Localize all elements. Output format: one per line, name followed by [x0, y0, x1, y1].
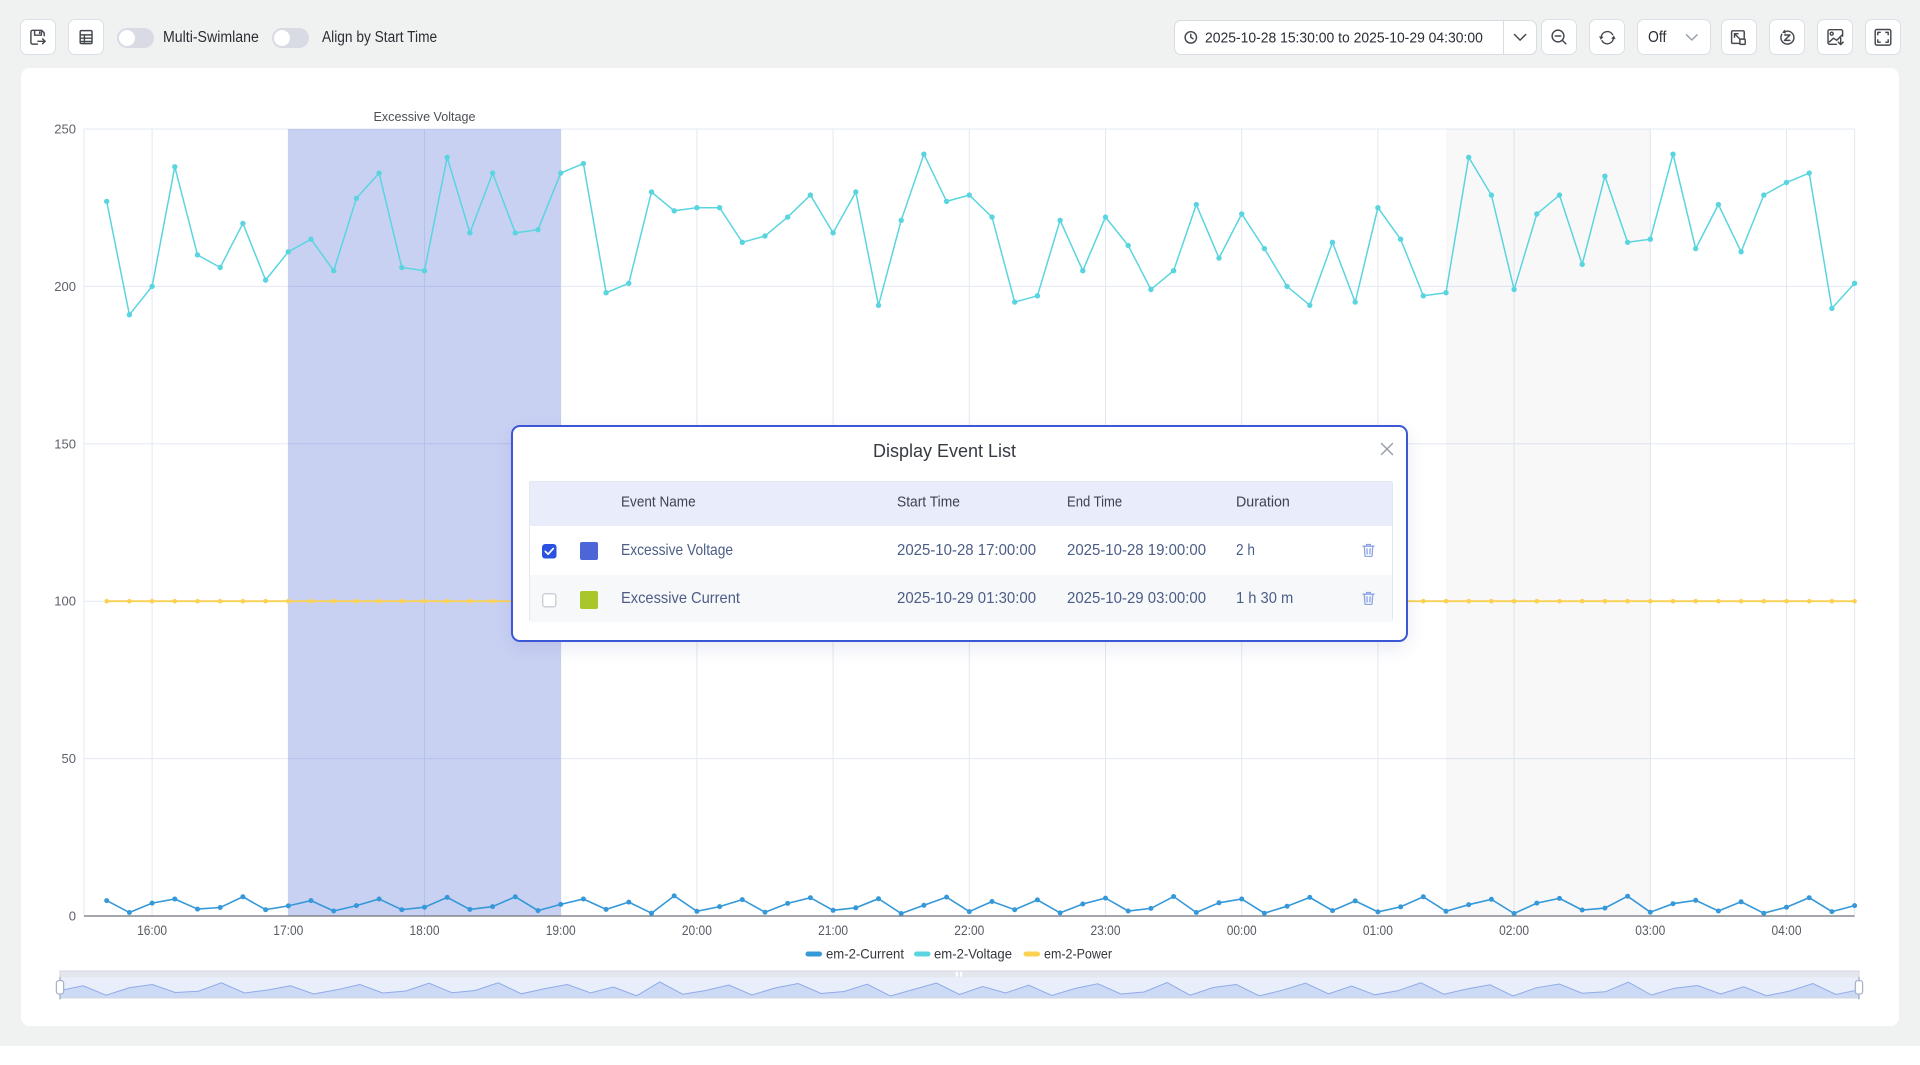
svg-text:200: 200: [54, 279, 76, 294]
svg-text:17:00: 17:00: [273, 923, 303, 938]
svg-text:em-2-Voltage: em-2-Voltage: [934, 946, 1012, 962]
svg-text:23:00: 23:00: [1091, 923, 1121, 938]
svg-text:01:00: 01:00: [1363, 923, 1393, 938]
svg-text:03:00: 03:00: [1635, 923, 1665, 938]
svg-text:Excessive Voltage: Excessive Voltage: [374, 109, 476, 124]
svg-text:150: 150: [54, 436, 76, 451]
svg-text:18:00: 18:00: [410, 923, 440, 938]
svg-text:100: 100: [54, 594, 76, 609]
svg-text:22:00: 22:00: [954, 923, 984, 938]
svg-text:em-2-Current: em-2-Current: [826, 946, 904, 962]
svg-text:00:00: 00:00: [1227, 923, 1257, 938]
svg-text:21:00: 21:00: [818, 923, 848, 938]
svg-text:04:00: 04:00: [1772, 923, 1802, 938]
svg-text:20:00: 20:00: [682, 923, 712, 938]
svg-text:0: 0: [69, 909, 76, 924]
svg-text:19:00: 19:00: [546, 923, 576, 938]
svg-text:em-2-Power: em-2-Power: [1044, 946, 1112, 962]
svg-text:50: 50: [62, 751, 76, 766]
svg-text:16:00: 16:00: [137, 923, 167, 938]
svg-text:02:00: 02:00: [1499, 923, 1529, 938]
svg-text:250: 250: [54, 122, 76, 137]
